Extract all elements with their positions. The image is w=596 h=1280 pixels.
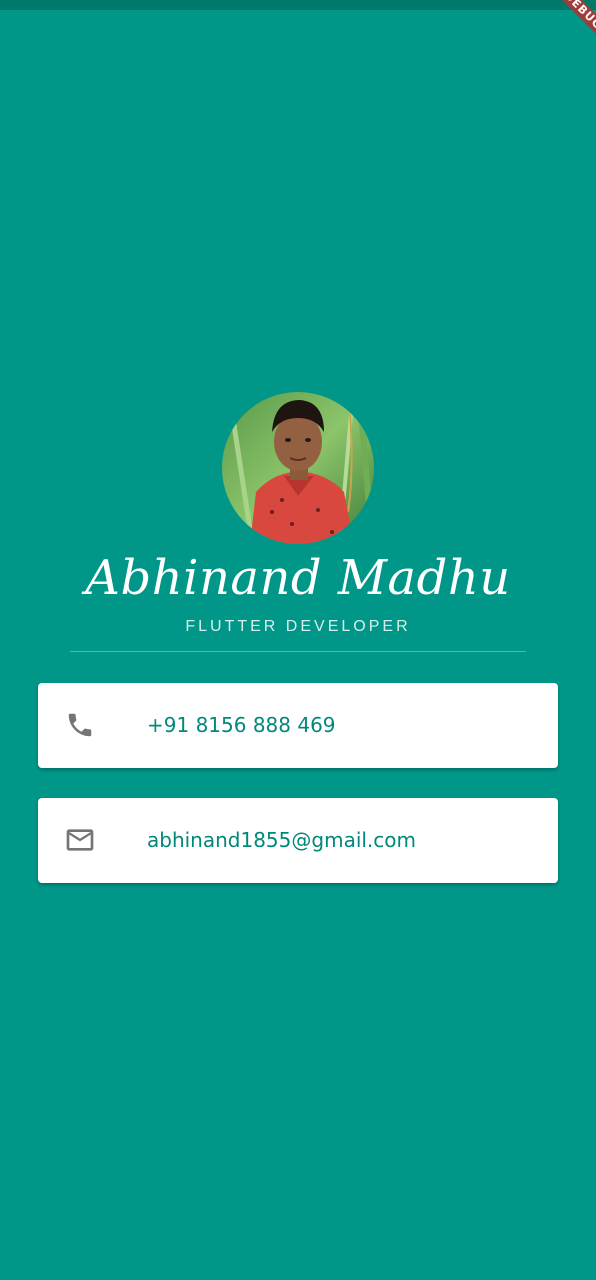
phone-number: +91 8156 888 469 [147,713,336,737]
avatar [222,392,374,544]
debug-banner-label: DEBUG [546,0,596,48]
phone-card[interactable]: +91 8156 888 469 [38,683,558,768]
phone-icon [64,709,96,741]
avatar-photo [222,392,374,544]
profile-name: Abhinand Madhu [85,550,511,606]
status-bar [0,0,596,10]
profile-role: FLUTTER DEVELOPER [185,618,411,635]
debug-banner: DEBUG [536,0,596,60]
mail-icon [64,824,96,856]
email-address: abhinand1855@gmail.com [147,828,417,852]
divider [70,651,526,652]
email-card[interactable]: abhinand1855@gmail.com [38,798,558,883]
